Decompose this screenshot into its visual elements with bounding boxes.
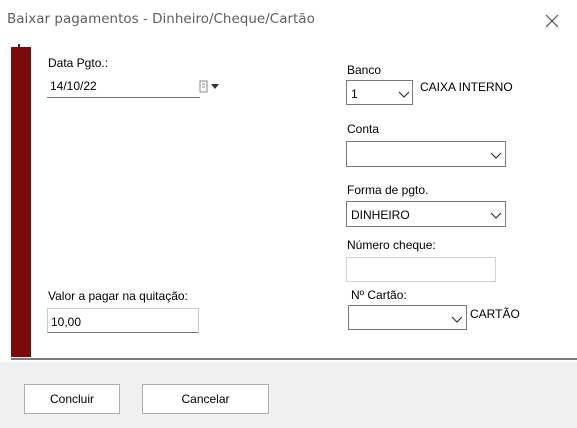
cartao-select[interactable] — [348, 305, 467, 330]
banco-value: 1 — [351, 87, 358, 101]
valor-input[interactable]: 10,00 — [47, 308, 199, 333]
conta-select[interactable] — [346, 141, 506, 167]
button-footer: Concluir Cancelar — [0, 362, 577, 428]
cartao-name: CARTÃO — [470, 307, 520, 321]
forma-pgto-value: DINHEIRO — [351, 208, 410, 222]
cartao-label: Nº Cartão: — [351, 288, 407, 302]
chevron-down-icon — [490, 212, 502, 219]
left-color-band — [11, 47, 31, 357]
separator — [11, 358, 577, 360]
concluir-button[interactable]: Concluir — [24, 384, 120, 414]
banco-label: Banco — [347, 63, 382, 77]
dialog-window: Baixar pagamentos - Dinheiro/Cheque/Cart… — [0, 0, 577, 428]
conta-label: Conta — [347, 122, 380, 136]
close-icon[interactable] — [545, 14, 559, 28]
window-title: Baixar pagamentos - Dinheiro/Cheque/Cart… — [7, 11, 315, 27]
banco-name: CAIXA INTERNO — [420, 80, 513, 94]
chevron-down-icon — [398, 91, 410, 98]
calendar-dropdown-icon[interactable] — [199, 77, 231, 97]
chevron-down-icon — [451, 316, 463, 323]
data-pgto-input[interactable]: 14/10/22 — [47, 73, 200, 98]
cancelar-button[interactable]: Cancelar — [142, 384, 269, 414]
banco-select[interactable]: 1 — [346, 80, 413, 105]
forma-pgto-label: Forma de pgto. — [347, 183, 429, 197]
valor-label: Valor a pagar na quitação: — [48, 289, 188, 303]
data-pgto-label: Data Pgto.: — [48, 56, 109, 70]
title-bar: Baixar pagamentos - Dinheiro/Cheque/Cart… — [0, 0, 577, 40]
chevron-down-icon — [490, 152, 502, 159]
numero-cheque-label: Número cheque: — [347, 238, 436, 252]
forma-pgto-select[interactable]: DINHEIRO — [346, 201, 506, 227]
numero-cheque-input[interactable] — [346, 257, 496, 282]
